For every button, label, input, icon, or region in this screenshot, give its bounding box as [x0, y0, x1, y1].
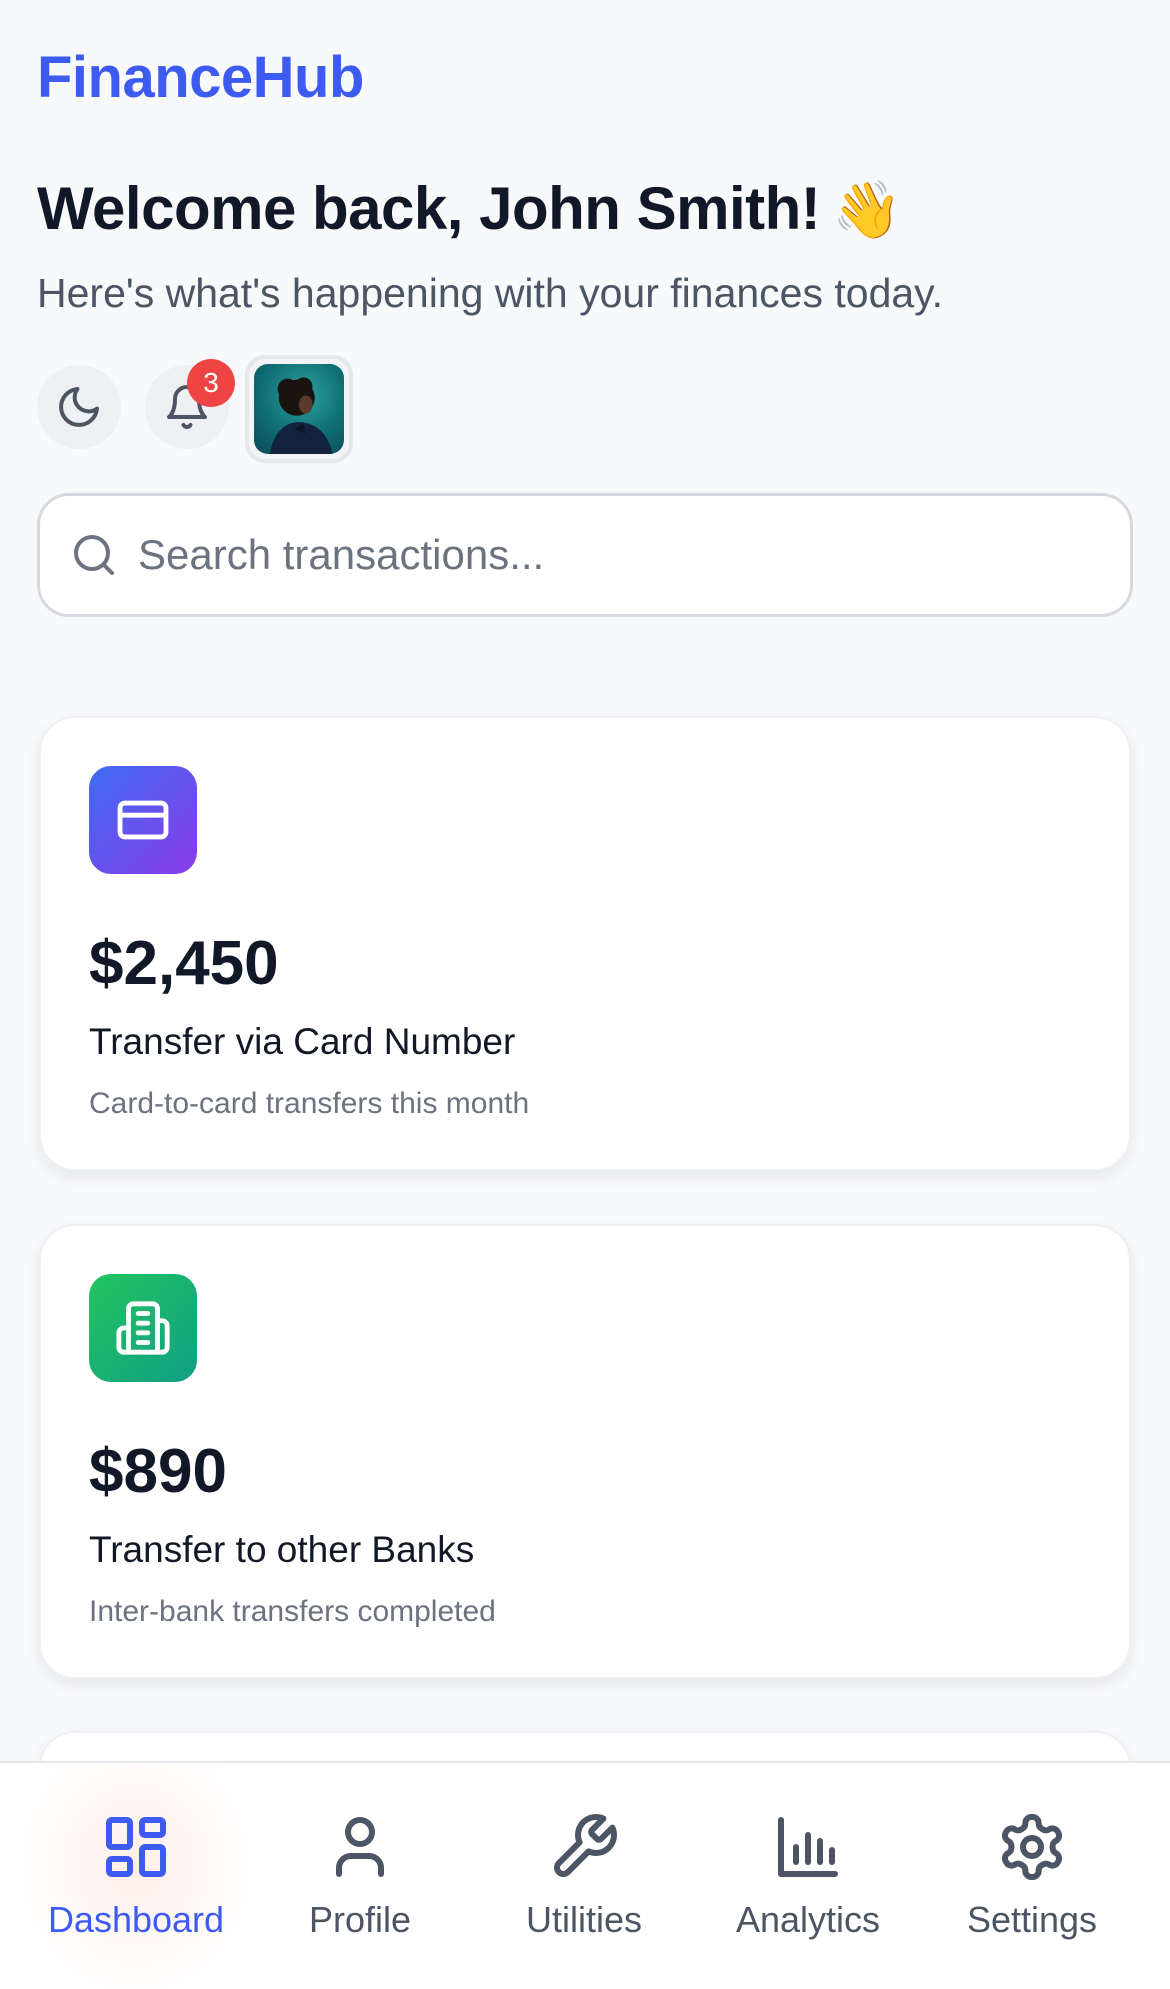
card-title: Transfer via Card Number [89, 1021, 516, 1062]
person-silhouette-icon [269, 377, 333, 454]
gear-icon [1001, 1814, 1063, 1880]
card-icon-tile [89, 766, 197, 874]
nav-item-settings[interactable]: Settings [920, 1763, 1144, 1989]
app-brand[interactable]: FinanceHub [37, 44, 364, 111]
search-icon [74, 535, 114, 575]
wrench-icon [554, 1814, 617, 1877]
nav-item-analytics[interactable]: Analytics [696, 1763, 920, 1989]
nav-label-analytics: Analytics [735, 1899, 881, 1940]
nav-item-profile[interactable]: Profile [248, 1763, 472, 1989]
card-description: Card-to-card transfers this month [89, 1087, 530, 1120]
credit-card-icon [117, 800, 169, 840]
welcome-text: Welcome back, John Smith! [37, 175, 821, 242]
user-icon [336, 1817, 384, 1877]
waving-hand-icon: 👋 [832, 178, 902, 241]
search-input[interactable] [138, 531, 1098, 579]
nav-label-dashboard: Dashboard [47, 1899, 225, 1940]
avatar[interactable] [245, 355, 353, 463]
bottom-navigation: Dashboard Profile Utilities Analytics Se… [0, 1761, 1170, 1989]
dashboard-grid-icon [106, 1817, 166, 1877]
notification-badge: 3 [187, 359, 235, 407]
welcome-subtitle: Here's what's happening with your financ… [37, 270, 944, 316]
card-icon-tile [89, 1274, 197, 1382]
card-amount: $890 [89, 1437, 227, 1506]
card-description: Inter-bank transfers completed [89, 1595, 496, 1628]
nav-item-dashboard[interactable]: Dashboard [24, 1763, 248, 1989]
nav-label-settings: Settings [966, 1899, 1098, 1940]
bar-chart-icon [778, 1817, 838, 1877]
card-amount: $2,450 [89, 929, 279, 998]
nav-label-utilities: Utilities [525, 1899, 642, 1940]
bank-building-icon [116, 1301, 170, 1355]
card-title: Transfer to other Banks [89, 1529, 475, 1570]
card-transfer-card-number[interactable]: $2,450 Transfer via Card Number Card-to-… [39, 716, 1131, 1171]
avatar-image [254, 364, 344, 454]
search-bar[interactable] [37, 493, 1133, 617]
card-transfer-other-banks[interactable]: $890 Transfer to other Banks Inter-bank … [39, 1224, 1131, 1679]
nav-item-utilities[interactable]: Utilities [472, 1763, 696, 1989]
dashboard-page: FinanceHub Welcome back, John Smith! 👋 He… [0, 0, 1170, 1989]
welcome-heading: Welcome back, John Smith! 👋 [37, 174, 902, 243]
notifications-button[interactable]: 3 [145, 359, 235, 449]
theme-toggle-button[interactable] [37, 365, 121, 449]
moon-icon [59, 387, 99, 427]
nav-label-profile: Profile [308, 1899, 412, 1940]
